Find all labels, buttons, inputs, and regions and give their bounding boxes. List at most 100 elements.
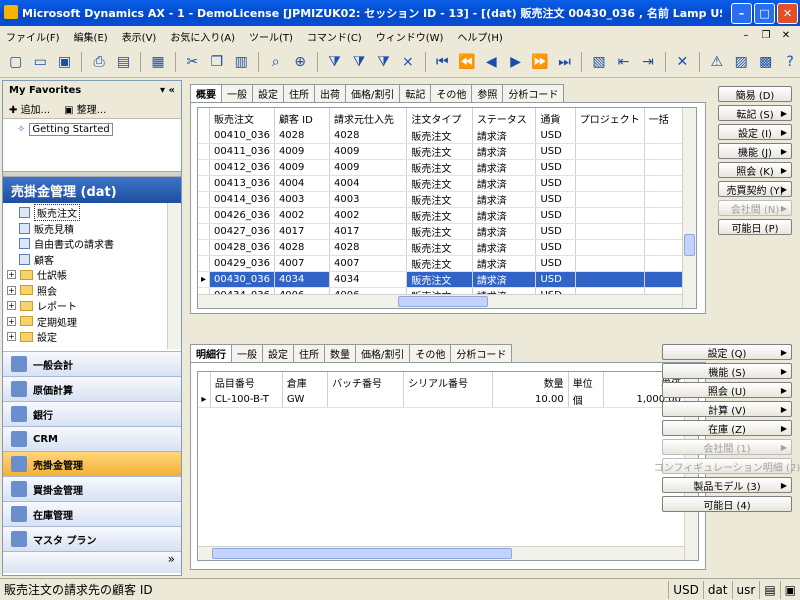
table-cell[interactable]: 販売注文 [406,271,473,288]
table-cell[interactable] [575,223,645,240]
tree-item[interactable]: 顧客 [7,252,181,268]
tab[interactable]: 分析コード [502,84,565,102]
table-cell[interactable]: 4003 [329,191,408,208]
tree-item[interactable]: + 設定 [7,329,181,345]
close-button[interactable]: ✕ [777,3,798,24]
maximize-button[interactable]: □ [754,3,775,24]
next-page-icon[interactable]: ⏩ [530,52,549,72]
table-row[interactable]: 00414_036 4003 4003 販売注文 請求済 USD [198,191,685,208]
row-selector[interactable] [198,255,211,272]
action-button[interactable]: 機能 (S) ▶ [662,363,792,379]
orders-vscrollbar[interactable] [682,108,696,308]
organize-favorites-button[interactable]: ▣ 整理... [64,101,106,116]
table-cell[interactable] [575,143,645,160]
table-cell[interactable]: 4009 [329,143,408,160]
tree-item[interactable]: + 照会 [7,283,181,299]
table-cell[interactable]: 00430_036 [209,271,275,288]
remove-filter-icon[interactable]: ⨯ [398,52,417,72]
tree-item[interactable]: + 定期処理 [7,314,181,330]
lines-hscrollbar[interactable] [198,546,686,560]
table-row[interactable]: ▸ 00430_036 4034 4034 販売注文 請求済 USD [198,271,685,288]
table-cell[interactable]: 請求済 [472,255,537,272]
table-cell[interactable]: 4007 [274,255,330,272]
filter-selection-icon[interactable]: ⧩ [325,52,344,72]
table-cell[interactable]: 販売注文 [406,223,473,240]
table-cell[interactable] [644,239,685,256]
tab[interactable]: 一般 [221,84,253,102]
table-cell[interactable]: 請求済 [472,223,537,240]
table-cell[interactable]: USD [535,271,576,288]
column-header[interactable]: 数量 [492,372,569,392]
table-cell[interactable]: 販売注文 [406,175,473,192]
table-cell[interactable] [644,223,685,240]
module-button[interactable]: 買掛金管理 [3,476,181,501]
table-cell[interactable] [644,255,685,272]
tab[interactable]: 設定 [262,344,294,362]
mdi-restore-button[interactable]: ❐ [758,28,774,42]
column-header[interactable]: 請求元仕入先 [329,108,408,128]
column-header[interactable]: バッチ番号 [327,372,405,392]
action-button[interactable]: 可能日 (P) [718,219,792,235]
alert-icon[interactable]: ⚠ [707,52,726,72]
next-record-icon[interactable]: ▶ [506,52,525,72]
collapse-icon[interactable]: ▾ « [160,85,175,96]
minimize-button[interactable]: – [731,3,752,24]
table-cell[interactable]: 請求済 [472,207,537,224]
menu-item[interactable]: ヘルプ(H) [457,29,502,44]
action-button[interactable]: 照会 (K) ▶ [718,162,792,178]
table-cell[interactable] [644,175,685,192]
row-selector[interactable] [198,159,211,176]
module-button[interactable]: マスタ プラン [3,526,181,551]
mdi-close-button[interactable]: ✕ [778,28,794,42]
table-cell[interactable]: 00429_036 [209,255,275,272]
table-cell[interactable]: 4009 [329,159,408,176]
action-button[interactable]: 転記 (S) ▶ [718,105,792,121]
tab[interactable]: 概要 [190,84,222,102]
column-header[interactable]: プロジェクト [575,108,645,128]
table-row[interactable]: 00428_036 4028 4028 販売注文 請求済 USD [198,239,685,256]
table-cell[interactable] [403,392,493,408]
tab[interactable]: 数量 [324,344,356,362]
row-selector[interactable] [198,175,211,192]
table-cell[interactable]: USD [535,175,576,192]
table-cell[interactable]: 4003 [274,191,330,208]
table-row[interactable]: 00426_036 4002 4002 販売注文 請求済 USD [198,207,685,224]
table-cell[interactable]: USD [535,255,576,272]
table-cell[interactable]: 個 [568,392,604,408]
module-button[interactable]: 売掛金管理 [3,451,181,476]
module-button[interactable]: 一般会計 [3,351,181,376]
table-cell[interactable]: 00426_036 [209,207,275,224]
table-cell[interactable]: USD [535,223,576,240]
table-cell[interactable]: USD [535,159,576,176]
module-button[interactable]: 原価計算 [3,376,181,401]
row-selector[interactable] [198,239,211,256]
previous-record-icon[interactable]: ◀ [482,52,501,72]
table-cell[interactable]: 請求済 [472,271,537,288]
advanced-filter-icon[interactable]: ⧩ [374,52,393,72]
tab[interactable]: 明細行 [190,344,232,362]
module-button[interactable]: 銀行 [3,401,181,426]
tab[interactable]: 価格/割引 [355,344,411,362]
expand-icon[interactable]: + [7,270,16,280]
delete-record-icon[interactable]: ✕ [673,52,692,72]
column-header[interactable]: 販売注文 [209,108,275,128]
column-header[interactable]: 通貨 [535,108,576,128]
action-button[interactable]: 製品モデル (3) ▶ [662,477,792,493]
table-cell[interactable] [644,207,685,224]
table-cell[interactable] [575,255,645,272]
expand-icon[interactable]: + [7,301,16,311]
paste-icon[interactable]: ▥ [232,52,251,72]
expand-icon[interactable]: + [7,332,16,342]
table-cell[interactable]: 販売注文 [406,143,473,160]
row-selector[interactable]: ▸ [198,392,211,408]
first-record-icon[interactable]: ⏮ [433,52,452,72]
properties-icon[interactable]: ▩ [756,52,775,72]
status-company[interactable]: dat [702,580,732,599]
tree-item[interactable]: 販売見積 [7,221,181,237]
find-icon[interactable]: ⌕ [266,52,285,72]
favorite-item[interactable]: ✧ Getting Started [3,119,181,140]
table-cell[interactable]: GW [282,392,329,408]
table-cell[interactable]: CL-100-B-T [210,392,283,408]
column-header[interactable]: シリアル番号 [403,372,493,392]
mdi-minimize-button[interactable]: – [738,28,754,42]
